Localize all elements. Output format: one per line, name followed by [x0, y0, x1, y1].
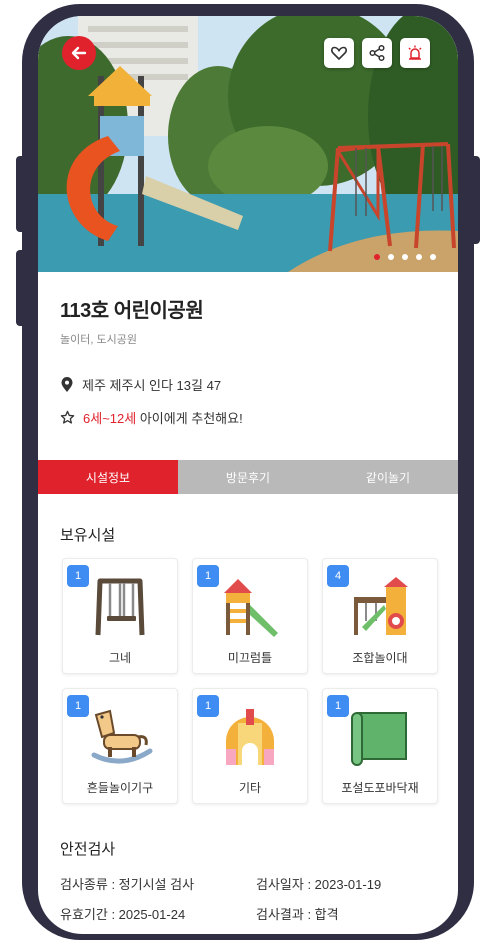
location-pin-icon — [61, 376, 73, 392]
gallery-dot[interactable] — [374, 254, 380, 260]
facility-card-slide[interactable]: 1 미끄럼틀 — [192, 558, 308, 674]
arrow-left-icon — [71, 46, 87, 60]
app-screen: 113호 어린이공원 놀이터, 도시공원 제주 제주시 인다 13길 47 6세… — [38, 16, 458, 934]
gallery-pagination[interactable] — [374, 254, 436, 260]
tab-visit-reviews[interactable]: 방문후기 — [178, 460, 318, 494]
phone-side-button — [16, 156, 26, 232]
recommend-text: 아이에게 추천해요! — [136, 411, 243, 426]
gallery-dot[interactable] — [416, 254, 422, 260]
tab-bar: 시설정보 방문후기 같이놀기 — [38, 460, 458, 494]
phone-side-button — [16, 250, 26, 326]
facility-card-swing[interactable]: 1 그네 — [62, 558, 178, 674]
slide-icon — [224, 579, 278, 637]
phone-side-button — [470, 156, 480, 244]
alarm-siren-icon — [408, 45, 422, 60]
facility-card-combination[interactable]: 4 조합놀이대 — [322, 558, 438, 674]
swing-icon — [95, 578, 145, 636]
playground-photo[interactable] — [38, 16, 458, 272]
recommend-age: 6세~12세 — [83, 411, 137, 426]
inspection-type: 검사종류 : 정기시설 검사 — [60, 877, 195, 892]
rocking-horse-icon — [91, 709, 153, 764]
facility-card-rocking[interactable]: 1 흔들놀이기구 — [62, 688, 178, 804]
inspection-result: 검사결과 : 합격 — [256, 907, 339, 922]
facility-card-other[interactable]: 1 기타 — [192, 688, 308, 804]
favorite-button[interactable] — [324, 38, 354, 68]
facility-count-badge: 1 — [327, 695, 349, 717]
facility-label: 조합놀이대 — [352, 651, 408, 665]
facility-count-badge: 1 — [197, 565, 219, 587]
share-icon — [369, 44, 385, 62]
heart-icon — [331, 46, 347, 61]
tab-facility-info[interactable]: 시설정보 — [38, 460, 178, 494]
report-button[interactable] — [400, 38, 430, 68]
facility-count-badge: 1 — [67, 695, 89, 717]
inspection-date: 검사일자 : 2023-01-19 — [256, 877, 382, 892]
facility-count-badge: 1 — [197, 695, 219, 717]
facilities-title: 보유시설 — [60, 527, 116, 544]
gallery-dot[interactable] — [388, 254, 394, 260]
safety-title: 안전검사 — [60, 841, 116, 858]
facility-label: 포설도포바닥재 — [341, 781, 419, 795]
floor-mat-icon — [351, 712, 407, 766]
gallery-dot[interactable] — [402, 254, 408, 260]
facility-label: 그네 — [108, 651, 132, 665]
address-row: 제주 제주시 인다 13길 47 — [60, 375, 440, 394]
place-address: 제주 제주시 인다 13길 47 — [82, 378, 222, 393]
share-button[interactable] — [362, 38, 392, 68]
facility-label: 흔들놀이기구 — [86, 781, 154, 795]
combination-play-structure-icon — [354, 577, 408, 635]
facility-count-badge: 4 — [327, 565, 349, 587]
back-button[interactable] — [62, 36, 96, 70]
gallery-dot[interactable] — [430, 254, 436, 260]
star-icon — [60, 410, 75, 424]
tab-play-together[interactable]: 같이놀기 — [318, 460, 458, 494]
facility-count-badge: 1 — [67, 565, 89, 587]
inspection-valid-until: 유효기간 : 2025-01-24 — [60, 907, 186, 922]
place-title: 113호 어린이공원 — [60, 300, 204, 322]
place-info: 113호 어린이공원 놀이터, 도시공원 제주 제주시 인다 13길 47 6세… — [60, 294, 440, 427]
facility-label: 기타 — [238, 781, 262, 795]
facility-card-floor[interactable]: 1 포설도포바닥재 — [322, 688, 438, 804]
playground-photo-illustration — [38, 16, 458, 272]
place-categories: 놀이터, 도시공원 — [60, 334, 137, 346]
recommend-row: 6세~12세 아이에게 추천해요! — [60, 408, 440, 427]
blocks-icon — [226, 709, 274, 765]
facility-label: 미끄럼틀 — [227, 651, 273, 665]
